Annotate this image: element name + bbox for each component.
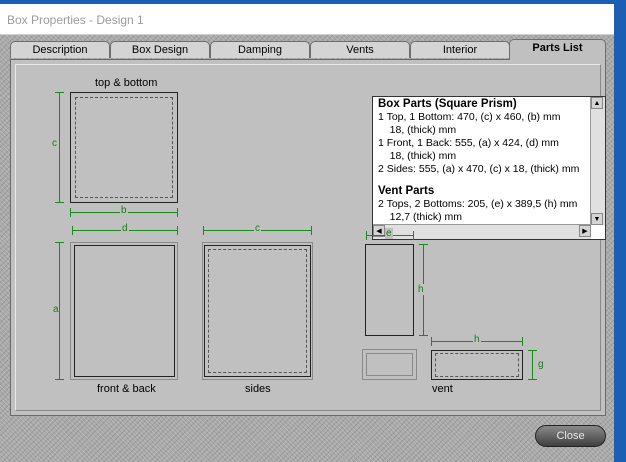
top-bottom-label: top & bottom xyxy=(95,77,158,89)
window-title: Box Properties - Design 1 xyxy=(7,13,144,27)
vent-end-outer-outline xyxy=(362,349,417,380)
parts-list-content: Box Parts (Square Prism) 1 Top, 1 Bottom… xyxy=(378,98,589,224)
tab-label: Interior xyxy=(442,44,478,56)
tab-parts-list[interactable]: Parts List xyxy=(509,39,606,60)
dim-d-tick-left xyxy=(72,226,73,235)
vent-part-line: 12,7 (thick) mm xyxy=(378,211,463,223)
sides-inner-outline xyxy=(208,249,307,373)
dim-b-tick-left xyxy=(70,208,71,217)
vent-part-line: 2 Tops, 2 Bottoms: 205, (e) x 389,5 (h) … xyxy=(378,198,578,210)
dim-h-vertical-tick-bottom xyxy=(419,335,428,336)
close-button[interactable]: Close xyxy=(535,425,606,447)
dim-d-tick-right xyxy=(177,226,178,235)
top-bottom-inner-outline xyxy=(75,97,173,198)
box-part-line: 18, (thick) mm xyxy=(378,150,457,162)
dim-h-horizontal-tick-right xyxy=(522,337,523,346)
dim-a-tick-bottom xyxy=(55,379,64,380)
dialog-body: Description Box Design Damping Vents Int… xyxy=(0,35,614,462)
dim-h-horizontal-tick-left xyxy=(431,337,432,346)
dim-c-sides-tick-left xyxy=(203,226,204,235)
dim-g-tick-bottom xyxy=(528,379,537,380)
tab-label: Damping xyxy=(237,44,283,56)
box-parts-heading: Box Parts (Square Prism) xyxy=(378,98,517,110)
tab-box-design[interactable]: Box Design xyxy=(110,41,210,58)
close-button-label: Close xyxy=(556,430,585,442)
box-part-line: 1 Top, 1 Bottom: 470, (c) x 460, (b) mm xyxy=(378,111,561,123)
sides-label: sides xyxy=(245,383,271,395)
dim-c-label-topbottom: c xyxy=(52,138,57,149)
dim-e-tick-right xyxy=(413,231,414,240)
scroll-down-icon[interactable]: ▼ xyxy=(591,213,603,225)
tab-vents[interactable]: Vents xyxy=(310,41,410,58)
dim-c-sides-tick-right xyxy=(311,226,312,235)
title-bar[interactable]: Box Properties - Design 1 xyxy=(0,4,614,35)
dim-a-tick-top xyxy=(55,242,64,243)
tab-label: Parts List xyxy=(532,42,583,54)
tab-label: Box Design xyxy=(131,44,189,56)
tab-interior[interactable]: Interior xyxy=(410,41,510,58)
vent-top-inner-outline xyxy=(435,353,519,377)
top-bottom-panel xyxy=(70,92,178,203)
tab-label: Description xyxy=(32,44,88,56)
dim-a-line xyxy=(59,242,60,380)
sides-panel xyxy=(204,245,311,377)
vent-side-panel xyxy=(365,244,414,336)
vent-top-panel xyxy=(431,350,523,380)
dim-c-label-sides: c xyxy=(254,223,261,234)
vent-end-inner-outline xyxy=(366,353,413,376)
vertical-scrollbar[interactable]: ▲ ▼ xyxy=(590,97,605,225)
dim-h-label-horizontal: h xyxy=(473,334,481,345)
tab-label: Vents xyxy=(346,44,374,56)
dim-e-tick-left xyxy=(366,231,367,240)
dim-c-tick-bottom xyxy=(55,202,64,203)
dim-g-tick-top xyxy=(528,350,537,351)
scroll-up-icon[interactable]: ▲ xyxy=(591,97,603,109)
dim-b-label: b xyxy=(120,205,128,216)
box-part-line: 2 Sides: 555, (a) x 470, (c) x 18, (thic… xyxy=(378,163,580,175)
dim-a-label: a xyxy=(53,304,59,315)
parts-list-textbox[interactable]: Box Parts (Square Prism) 1 Top, 1 Bottom… xyxy=(372,96,606,240)
horizontal-scrollbar[interactable]: ◀ ▶ xyxy=(373,224,591,239)
dim-e-label: e xyxy=(385,228,393,239)
vent-parts-heading: Vent Parts xyxy=(378,185,435,197)
box-part-line: 1 Front, 1 Back: 555, (a) x 424, (d) mm xyxy=(378,137,559,149)
front-back-panel xyxy=(74,245,175,377)
box-part-line: 18, (thick) mm xyxy=(378,124,457,136)
scroll-right-icon[interactable]: ▶ xyxy=(579,225,591,237)
dim-g-label: g xyxy=(538,359,544,370)
dim-g-line xyxy=(532,350,533,380)
dim-c-tick-top xyxy=(55,92,64,93)
dim-d-label: d xyxy=(121,223,129,234)
dim-h-vertical-tick-top xyxy=(419,244,428,245)
dim-b-tick-right xyxy=(177,208,178,217)
window-right-border xyxy=(614,4,626,462)
dim-c-line xyxy=(59,92,60,203)
tab-damping[interactable]: Damping xyxy=(210,41,310,58)
vent-label: vent xyxy=(432,383,453,395)
front-back-label: front & back xyxy=(97,383,156,395)
parts-list-panel: top & bottom c b d a front & back c side… xyxy=(10,59,606,416)
dim-h-label-vertical: h xyxy=(418,284,424,295)
tab-description[interactable]: Description xyxy=(10,41,110,58)
